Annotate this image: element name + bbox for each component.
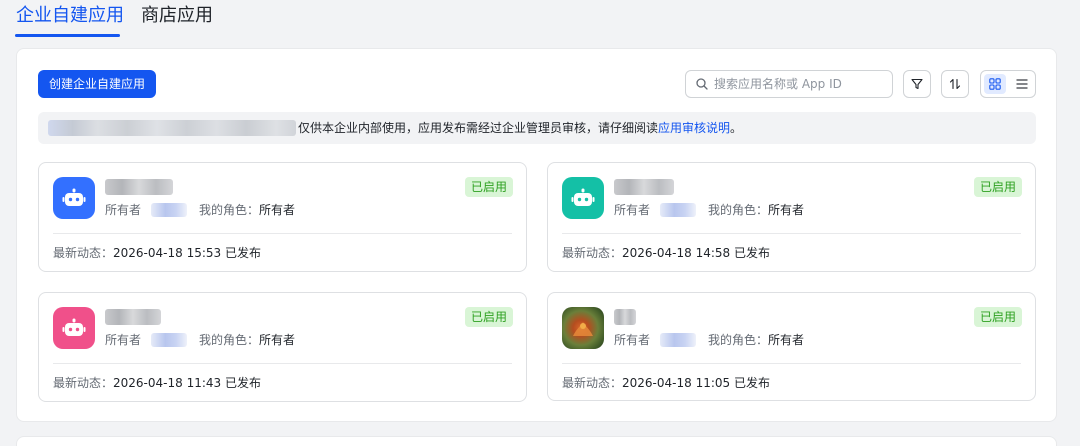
list-view-icon bbox=[1016, 79, 1028, 89]
app-name-redacted bbox=[614, 309, 636, 325]
card-divider bbox=[562, 233, 1021, 234]
owner-label: 所有者 bbox=[614, 203, 651, 217]
notice-end: 。 bbox=[730, 121, 743, 135]
status-badge: 已启用 bbox=[973, 177, 1022, 197]
robot-icon bbox=[562, 177, 604, 219]
role-label: 我的角色：所有者 bbox=[708, 331, 804, 349]
role-label: 我的角色：所有者 bbox=[708, 201, 804, 219]
latest-label: 最新动态： bbox=[562, 376, 623, 390]
latest-label: 最新动态： bbox=[53, 376, 114, 390]
owner-redacted bbox=[151, 333, 187, 347]
role-label: 我的角色：所有者 bbox=[199, 331, 295, 349]
role-label-text: 我的角色： bbox=[708, 203, 769, 217]
notice-banner: 仅供本企业内部使用，应用发布需经过企业管理员审核，请仔细阅读应用审核说明。 bbox=[38, 112, 1036, 144]
latest-label: 最新动态： bbox=[562, 246, 623, 260]
app-name-redacted bbox=[614, 179, 674, 195]
latest-activity: 最新动态：2026-04-18 14:58 已发布 bbox=[562, 244, 770, 262]
robot-icon bbox=[53, 307, 95, 349]
robot-icon bbox=[53, 177, 95, 219]
app-name-redacted bbox=[105, 179, 173, 195]
role-value: 所有者 bbox=[259, 203, 296, 217]
role-label-text: 我的角色： bbox=[199, 333, 260, 347]
card-divider bbox=[562, 363, 1021, 364]
search-icon bbox=[696, 78, 708, 90]
app-name-redacted bbox=[105, 309, 161, 325]
role-value: 所有者 bbox=[768, 203, 805, 217]
latest-activity: 最新动态：2026-04-18 11:05 已发布 bbox=[562, 374, 770, 392]
create-app-button[interactable]: 创建企业自建应用 bbox=[38, 70, 156, 98]
view-toggle bbox=[980, 70, 1036, 98]
status-badge: 已启用 bbox=[464, 177, 513, 197]
owner-label: 所有者 bbox=[614, 333, 651, 347]
filter-icon bbox=[911, 78, 923, 90]
search-box[interactable] bbox=[685, 70, 893, 98]
status-badge: 已启用 bbox=[973, 307, 1022, 327]
notice-text: 仅供本企业内部使用，应用发布需经过企业管理员审核，请仔细阅读应用审核说明。 bbox=[298, 112, 742, 144]
notice-message: 仅供本企业内部使用，应用发布需经过企业管理员审核，请仔细阅读 bbox=[298, 121, 659, 135]
role-label-text: 我的角色： bbox=[199, 203, 260, 217]
role-label: 我的角色：所有者 bbox=[199, 201, 295, 219]
next-panel-edge bbox=[16, 436, 1057, 446]
app-card[interactable]: 所有者 我的角色：所有者 已启用 最新动态：2026-04-18 11:43 已… bbox=[38, 292, 527, 402]
owner-redacted bbox=[660, 203, 696, 217]
app-card[interactable]: 所有者 我的角色：所有者 已启用 最新动态：2026-04-18 11:05 已… bbox=[547, 292, 1036, 401]
latest-value: 2026-04-18 14:58 已发布 bbox=[622, 246, 770, 260]
latest-value: 2026-04-18 11:43 已发布 bbox=[113, 376, 261, 390]
role-label-text: 我的角色： bbox=[708, 333, 769, 347]
role-value: 所有者 bbox=[259, 333, 296, 347]
active-tab-indicator bbox=[15, 34, 120, 37]
apps-panel: 创建企业自建应用 搜索应用名称或 App ID 仅供本企业内部使用，应用发布需经… bbox=[16, 48, 1057, 422]
tab-bar: 企业自建应用 商店应用 bbox=[0, 0, 1080, 40]
owner-redacted bbox=[151, 203, 187, 217]
filter-button[interactable] bbox=[903, 70, 931, 98]
latest-activity: 最新动态：2026-04-18 15:53 已发布 bbox=[53, 244, 261, 262]
owner-label: 所有者 bbox=[105, 333, 142, 347]
sort-button[interactable] bbox=[941, 70, 969, 98]
latest-value: 2026-04-18 11:05 已发布 bbox=[622, 376, 770, 390]
role-value: 所有者 bbox=[768, 333, 805, 347]
tab-store-apps[interactable]: 商店应用 bbox=[141, 4, 213, 28]
latest-value: 2026-04-18 15:53 已发布 bbox=[113, 246, 261, 260]
owner-label: 所有者 bbox=[105, 203, 142, 217]
card-divider bbox=[53, 233, 512, 234]
search-input[interactable] bbox=[714, 74, 886, 94]
redacted-text bbox=[48, 120, 296, 136]
grid-view-icon bbox=[989, 78, 1001, 90]
latest-activity: 最新动态：2026-04-18 11:43 已发布 bbox=[53, 374, 261, 392]
sort-icon bbox=[949, 78, 961, 90]
app-card[interactable]: 所有者 我的角色：所有者 已启用 最新动态：2026-04-18 14:58 已… bbox=[547, 162, 1036, 272]
card-divider bbox=[53, 363, 512, 364]
latest-label: 最新动态： bbox=[53, 246, 114, 260]
list-view-button[interactable] bbox=[1011, 74, 1033, 94]
owner-redacted bbox=[660, 333, 696, 347]
app-card[interactable]: 所有者 我的角色：所有者 已启用 最新动态：2026-04-18 15:53 已… bbox=[38, 162, 527, 272]
grid-view-button[interactable] bbox=[984, 74, 1006, 94]
tab-enterprise-apps[interactable]: 企业自建应用 bbox=[16, 4, 124, 28]
status-badge: 已启用 bbox=[464, 307, 513, 327]
review-guide-link[interactable]: 应用审核说明 bbox=[658, 121, 730, 135]
photo-icon bbox=[562, 307, 604, 349]
